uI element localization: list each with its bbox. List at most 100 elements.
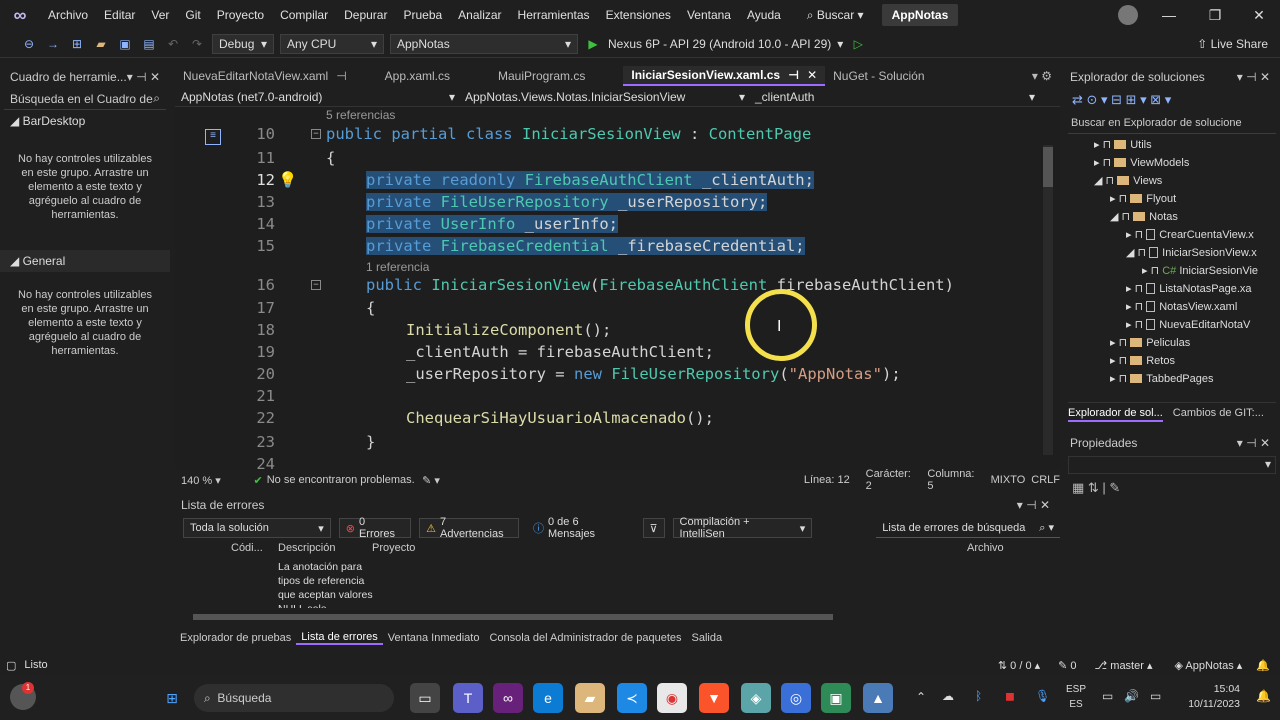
maximize-icon[interactable]: ❐ xyxy=(1192,0,1238,30)
messages-filter-button[interactable]: ⓘ 0 de 6 Mensajes xyxy=(527,516,635,540)
column-header-description[interactable]: Descripción xyxy=(278,542,335,554)
fold-icon[interactable]: − xyxy=(311,280,321,290)
tab-iniciarsesionview[interactable]: IniciarSesionView.xaml.cs ⊣ ✕ xyxy=(623,66,826,86)
nav-class-dropdown[interactable]: AppNotas.Views.Notas.IniciarSesionView ▾ xyxy=(455,90,745,104)
language-indicator[interactable]: ESP ES xyxy=(1066,682,1086,712)
tree-item-utils[interactable]: ▸ ⊓ Utils xyxy=(1094,138,1152,151)
pin-icon[interactable]: ⊣ xyxy=(788,68,799,82)
tab-package-console[interactable]: Consola del Administrador de paquetes xyxy=(484,632,686,644)
app-icon-2[interactable]: ◎ xyxy=(781,683,811,713)
tab-git-changes[interactable]: Cambios de GIT:... xyxy=(1173,407,1264,422)
tree-item-notasview[interactable]: ▸ ⊓ NotasView.xaml xyxy=(1126,300,1237,313)
app-icon[interactable]: ◈ xyxy=(741,683,771,713)
error-row-description[interactable]: La anotación para tipos de referencia qu… xyxy=(278,560,374,608)
platform-dropdown[interactable]: Any CPU ▾ xyxy=(280,33,384,54)
brave-icon[interactable]: ▼ xyxy=(699,683,729,713)
toolbox-search[interactable]: Búsqueda en el Cuadro de ⌕ xyxy=(4,88,166,110)
panel-controls[interactable]: ▾ ⊣ ✕ xyxy=(1237,436,1270,450)
menu-editar[interactable]: Editar xyxy=(96,0,143,30)
column-header-code[interactable]: Códi... xyxy=(231,542,263,554)
tree-item-listanotaspage[interactable]: ▸ ⊓ ListaNotasPage.xa xyxy=(1126,282,1252,295)
eol-indicator[interactable]: CRLF xyxy=(1031,474,1060,486)
toolbox-group-bardesktop[interactable]: ◢ BarDesktop xyxy=(0,110,170,132)
tab-nuevaeditarnotaview[interactable]: NuevaEditarNotaView.xaml ⊣ xyxy=(175,66,355,86)
cloud-icon[interactable]: ☁ xyxy=(942,689,954,703)
scope-dropdown[interactable]: Toda la solución ▾ xyxy=(183,518,331,538)
repo-selector[interactable]: ◈ AppNotas ▴ xyxy=(1174,659,1242,672)
menu-extensiones[interactable]: Extensiones xyxy=(598,0,679,30)
close-icon[interactable]: ✕ xyxy=(807,68,817,82)
pending-changes[interactable]: ✎ 0 xyxy=(1058,659,1076,672)
editor-vertical-scrollbar[interactable] xyxy=(1043,145,1053,455)
menu-ayuda[interactable]: Ayuda xyxy=(739,0,789,30)
menu-prueba[interactable]: Prueba xyxy=(395,0,450,30)
sync-status[interactable]: ⇅ 0 / 0 ▴ xyxy=(998,659,1040,672)
zoom-dropdown[interactable]: 140 % ▾ xyxy=(175,474,254,487)
tab-app-xaml[interactable]: App.xaml.cs xyxy=(355,66,458,86)
undo-icon[interactable]: ↶ xyxy=(164,35,182,53)
filter-icon[interactable]: ⊽ xyxy=(642,518,665,538)
chrome-icon[interactable]: ◉ xyxy=(657,683,687,713)
notification-center-icon[interactable]: 🔔 xyxy=(1256,689,1271,703)
code-lens-references[interactable]: 1 referencia xyxy=(366,260,429,274)
tree-item-peliculas[interactable]: ▸ ⊓ Peliculas xyxy=(1110,336,1190,349)
app-icon-3[interactable]: ▣ xyxy=(821,683,851,713)
tree-item-viewmodels[interactable]: ▸ ⊓ ViewModels xyxy=(1094,156,1189,169)
save-icon[interactable]: ▣ xyxy=(116,35,134,53)
minimize-icon[interactable]: — xyxy=(1146,0,1192,30)
forward-icon[interactable]: → xyxy=(44,35,62,53)
search-box[interactable]: ⌕ Buscar ▾ xyxy=(797,8,874,23)
tab-output[interactable]: Salida xyxy=(687,632,728,644)
menu-depurar[interactable]: Depurar xyxy=(336,0,395,30)
line-indicator[interactable]: Línea: 12 xyxy=(804,474,856,486)
tab-immediate[interactable]: Ventana Inmediato xyxy=(383,632,485,644)
open-folder-icon[interactable]: ▰ xyxy=(92,35,110,53)
column-header-project[interactable]: Proyecto xyxy=(372,542,415,554)
teams-icon[interactable]: T xyxy=(453,683,483,713)
menu-herramientas[interactable]: Herramientas xyxy=(510,0,598,30)
new-item-icon[interactable]: ⊞ xyxy=(68,35,86,53)
error-search-input[interactable]: Lista de errores de búsqueda ⌕ ▾ xyxy=(876,518,1060,538)
properties-object-dropdown[interactable]: ▾ xyxy=(1068,456,1276,474)
issues-status[interactable]: No se encontraron problemas. xyxy=(267,474,422,486)
branch-selector[interactable]: ⎇ master ▴ xyxy=(1095,659,1153,672)
tree-item-views[interactable]: ◢ ⊓ Views xyxy=(1094,174,1162,187)
column-header-file[interactable]: Archivo xyxy=(967,542,1004,554)
tree-item-flyout[interactable]: ▸ ⊓ Flyout xyxy=(1110,192,1176,205)
config-dropdown[interactable]: Debug ▾ xyxy=(212,33,274,54)
close-icon[interactable]: ✕ xyxy=(1236,0,1280,30)
brush-icon[interactable]: ✎ ▾ xyxy=(422,474,474,487)
avatar[interactable] xyxy=(1118,5,1138,25)
tree-item-retos[interactable]: ▸ ⊓ Retos xyxy=(1110,354,1175,367)
tree-item-iniciarsesionview[interactable]: ◢ ⊓ IniciarSesionView.x xyxy=(1126,246,1257,259)
tray-overflow-icon[interactable]: ⌃ xyxy=(916,690,926,704)
microphone-icon[interactable]: 🎙 xyxy=(1035,689,1050,703)
column-indicator[interactable]: Columna: 5 xyxy=(927,468,982,492)
solution-toolbar[interactable]: ⇄ ⊙ ▾ ⊟ ⊞ ▾ ⊠ ▾ xyxy=(1072,92,1171,108)
play-icon[interactable]: ▶ xyxy=(584,35,602,53)
battery-icon[interactable]: ▭ xyxy=(1150,689,1161,703)
tree-item-crearcuentaview[interactable]: ▸ ⊓ CrearCuentaView.x xyxy=(1126,228,1254,241)
volume-icon[interactable]: 🔊 xyxy=(1124,689,1139,703)
tab-solution-explorer[interactable]: Explorador de sol... xyxy=(1068,407,1163,422)
edge-icon[interactable]: e xyxy=(533,683,563,713)
task-view-icon[interactable]: ▭ xyxy=(410,683,440,713)
warnings-filter-button[interactable]: ⚠ 7 Advertencias xyxy=(419,516,519,540)
tab-overflow-icon[interactable]: ▾ ⚙ xyxy=(1024,66,1060,86)
clock[interactable]: 15:04 10/11/2023 xyxy=(1180,682,1240,712)
panel-controls[interactable]: ▾ ⊣ ✕ xyxy=(1017,498,1050,512)
network-icon[interactable]: ▭ xyxy=(1102,689,1113,703)
menu-archivo[interactable]: Archivo xyxy=(40,0,96,30)
visual-studio-icon[interactable]: ∞ xyxy=(493,683,523,713)
live-share-button[interactable]: ⇧ Live Share xyxy=(1197,37,1268,51)
indent-indicator[interactable]: MIXTO xyxy=(991,474,1026,486)
code-editor[interactable]: 5 referencias ≡ 10− public partial class … xyxy=(175,107,1060,470)
play-outline-icon[interactable]: ▷ xyxy=(849,35,867,53)
tab-nuget[interactable]: NuGet - Solución xyxy=(825,66,932,86)
tray-app-icon[interactable]: ◼ xyxy=(1005,689,1015,703)
tab-mauiprogram[interactable]: MauiProgram.cs xyxy=(458,66,593,86)
save-all-icon[interactable]: ▤ xyxy=(140,35,158,53)
run-target-dropdown-icon[interactable]: ▾ xyxy=(837,37,843,51)
notifications-icon[interactable]: 🔔 xyxy=(1256,659,1270,672)
menu-ver[interactable]: Ver xyxy=(143,0,177,30)
